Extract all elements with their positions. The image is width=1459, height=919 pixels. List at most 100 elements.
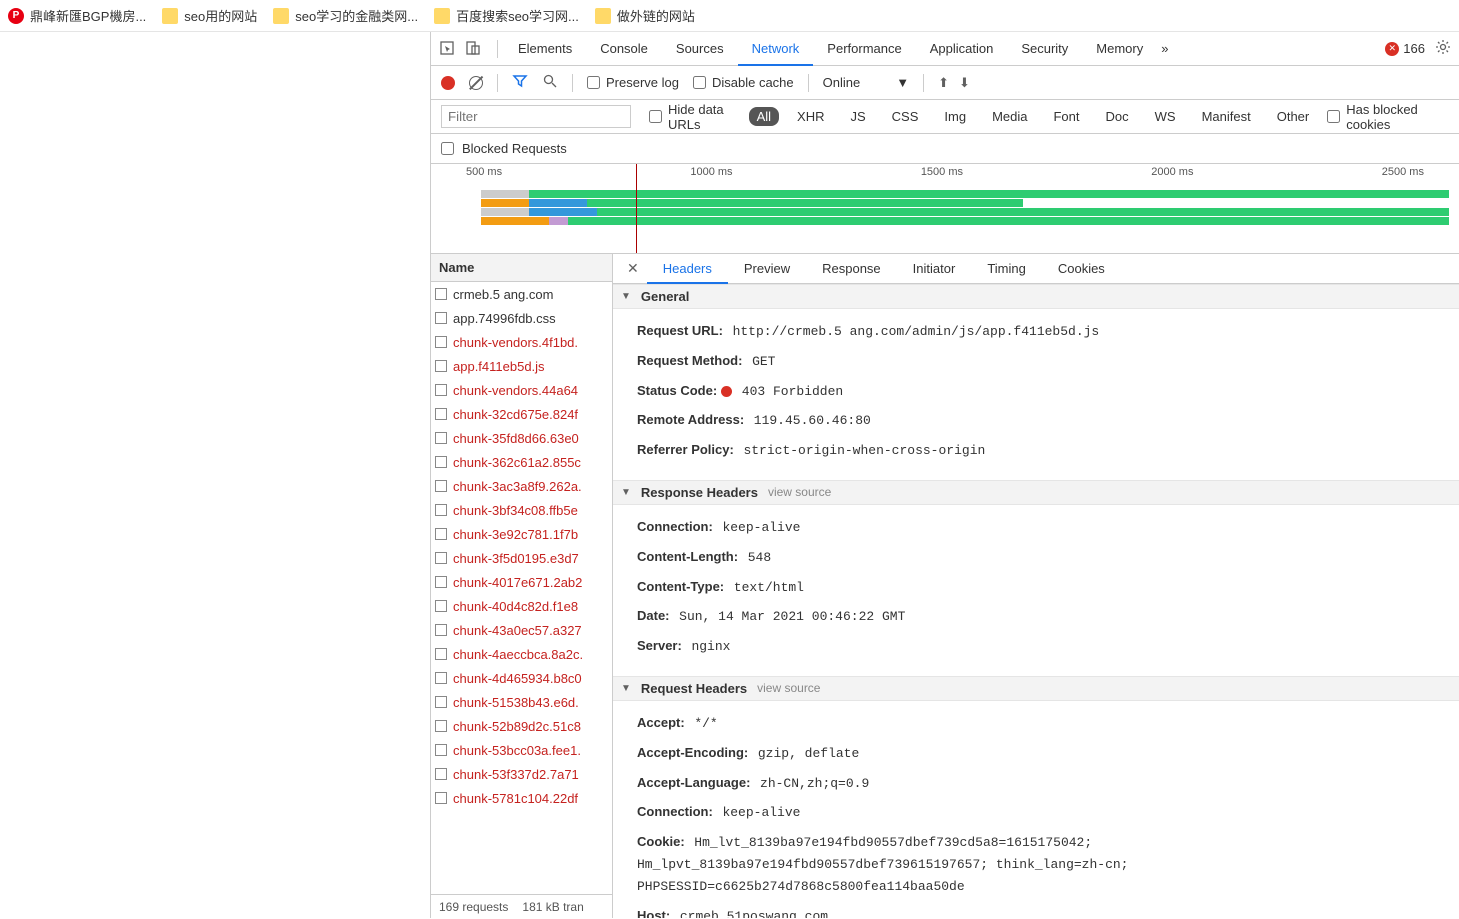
tab-memory[interactable]: Memory [1082,32,1157,66]
tab-cookies[interactable]: Cookies [1042,254,1121,284]
tab-network[interactable]: Network [738,32,814,66]
filter-type-font[interactable]: Font [1045,107,1087,126]
filter-toggle-icon[interactable] [512,73,528,92]
disable-cache-label: Disable cache [712,75,794,90]
upload-icon[interactable]: ⬆ [938,75,949,91]
error-badge[interactable]: ✕166 [1385,41,1425,56]
filter-type-manifest[interactable]: Manifest [1194,107,1259,126]
record-button[interactable] [441,76,455,90]
header-key: Referrer Policy: [637,442,734,457]
view-source-link[interactable]: view source [757,681,820,695]
throttle-select[interactable]: Online▼ [823,75,909,90]
filter-type-img[interactable]: Img [936,107,974,126]
request-row[interactable]: chunk-53f337d2.7a71 [431,762,612,786]
request-row[interactable]: app.74996fdb.css [431,306,612,330]
header-key: Request Method: [637,353,742,368]
request-name: chunk-3e92c781.1f7b [453,527,578,542]
header-key: Request URL: [637,323,723,338]
device-icon[interactable] [465,40,483,58]
file-icon [435,528,447,540]
timeline-overview[interactable]: 500 ms1000 ms1500 ms2000 ms2500 ms [431,164,1459,254]
request-row[interactable]: chunk-3f5d0195.e3d7 [431,546,612,570]
download-icon[interactable]: ⬇ [959,75,970,91]
section-header-general[interactable]: ▼General [613,284,1459,309]
request-row[interactable]: chunk-43a0ec57.a327 [431,618,612,642]
request-row[interactable]: chunk-vendors.4f1bd. [431,330,612,354]
bookmark-item[interactable]: 做外链的网站 [595,6,695,25]
close-icon[interactable]: ✕ [619,260,647,277]
request-name: chunk-40d4c82d.f1e8 [453,599,578,614]
preserve-log-checkbox[interactable]: Preserve log [587,75,679,90]
request-name: crmeb.5 ang.com [453,287,553,302]
request-row[interactable]: app.f411eb5d.js [431,354,612,378]
filter-type-ws[interactable]: WS [1147,107,1184,126]
blocked-requests-checkbox[interactable]: Blocked Requests [431,134,1459,164]
tab-console[interactable]: Console [586,32,662,66]
filter-type-xhr[interactable]: XHR [789,107,832,126]
blocked-cookies-checkbox[interactable]: Has blocked cookies [1327,102,1439,132]
tab-initiator[interactable]: Initiator [897,254,972,284]
request-row[interactable]: crmeb.5 ang.com [431,282,612,306]
header-row: Status Code: 403 Forbidden [637,377,1443,407]
gear-icon[interactable] [1435,39,1451,58]
section-header-response[interactable]: ▼Response Headersview source [613,480,1459,505]
name-column-header[interactable]: Name [431,254,612,282]
request-row[interactable]: chunk-53bcc03a.fee1. [431,738,612,762]
tab-preview[interactable]: Preview [728,254,806,284]
filter-input[interactable] [441,105,631,128]
header-value: crmeb.51poswang.com [680,909,828,918]
request-row[interactable]: chunk-362c61a2.855c [431,450,612,474]
tab-timing[interactable]: Timing [971,254,1042,284]
filter-type-js[interactable]: JS [842,107,873,126]
disable-cache-checkbox[interactable]: Disable cache [693,75,794,90]
file-icon [435,696,447,708]
header-key: Accept: [637,715,685,730]
request-name: chunk-53f337d2.7a71 [453,767,579,782]
request-row[interactable]: chunk-vendors.44a64 [431,378,612,402]
request-row[interactable]: chunk-40d4c82d.f1e8 [431,594,612,618]
filter-type-doc[interactable]: Doc [1098,107,1137,126]
request-row[interactable]: chunk-3e92c781.1f7b [431,522,612,546]
tab-sources[interactable]: Sources [662,32,738,66]
bookmark-item[interactable]: seo用的网站 [162,6,257,25]
hide-urls-label: Hide data URLs [668,102,739,132]
request-row[interactable]: chunk-5781c104.22df [431,786,612,810]
detail-tabs: ✕ Headers Preview Response Initiator Tim… [613,254,1459,284]
filter-type-all[interactable]: All [749,107,779,126]
file-icon [435,504,447,516]
request-row[interactable]: chunk-3ac3a8f9.262a. [431,474,612,498]
filter-type-other[interactable]: Other [1269,107,1318,126]
tab-security[interactable]: Security [1007,32,1082,66]
file-icon [435,648,447,660]
bookmark-item[interactable]: seo学习的金融类网... [273,6,418,25]
request-row[interactable]: chunk-52b89d2c.51c8 [431,714,612,738]
filter-type-media[interactable]: Media [984,107,1035,126]
view-source-link[interactable]: view source [768,485,831,499]
tab-elements[interactable]: Elements [504,32,586,66]
request-row[interactable]: chunk-51538b43.e6d. [431,690,612,714]
request-row[interactable]: chunk-3bf34c08.ffb5e [431,498,612,522]
bookmark-label: seo用的网站 [184,6,257,25]
header-value: 403 Forbidden [742,384,843,399]
section-header-request[interactable]: ▼Request Headersview source [613,676,1459,701]
hide-urls-checkbox[interactable]: Hide data URLs [649,102,739,132]
request-row[interactable]: chunk-32cd675e.824f [431,402,612,426]
tab-application[interactable]: Application [916,32,1008,66]
request-row[interactable]: chunk-4017e671.2ab2 [431,570,612,594]
more-tabs-icon[interactable]: » [1161,41,1168,56]
timeline-tick: 500 ms [466,166,502,178]
tab-response[interactable]: Response [806,254,897,284]
search-icon[interactable] [542,73,558,92]
request-row[interactable]: chunk-4aeccbca.8a2c. [431,642,612,666]
tab-performance[interactable]: Performance [813,32,915,66]
request-row[interactable]: chunk-35fd8d66.63e0 [431,426,612,450]
request-name: chunk-35fd8d66.63e0 [453,431,579,446]
clear-button[interactable] [469,76,483,90]
bookmark-item[interactable]: 百度搜索seo学习网... [434,6,579,25]
tab-headers[interactable]: Headers [647,254,728,284]
section-title: General [641,289,689,304]
bookmark-item[interactable]: P鼎峰新匯BGP機房... [8,6,146,25]
request-row[interactable]: chunk-4d465934.b8c0 [431,666,612,690]
inspect-icon[interactable] [439,40,457,58]
filter-type-css[interactable]: CSS [884,107,927,126]
